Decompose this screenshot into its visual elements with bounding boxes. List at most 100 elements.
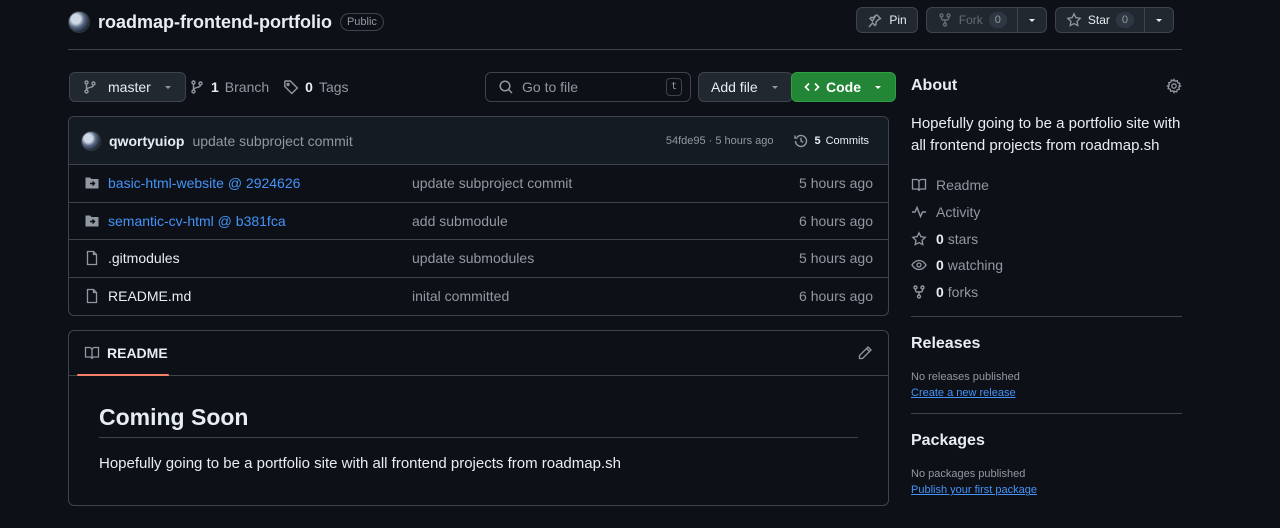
- file-row: semantic-cv-html @ b381fca add submodule…: [69, 203, 888, 240]
- readme-tab-label: README: [107, 345, 168, 361]
- file-name[interactable]: .gitmodules: [108, 250, 412, 266]
- forks-link[interactable]: 0 forks: [911, 279, 1182, 306]
- file-commit-message[interactable]: update subproject commit: [412, 175, 799, 191]
- fork-icon: [913, 285, 925, 299]
- commits-link[interactable]: 5 Commits: [793, 133, 869, 149]
- file-time: 6 hours ago: [799, 212, 873, 229]
- triangle-down-icon: [1028, 19, 1035, 22]
- pulse-icon: [912, 205, 926, 219]
- file-time: 5 hours ago: [799, 175, 873, 192]
- branch-icon: [191, 80, 203, 94]
- gear-icon[interactable]: [1166, 78, 1182, 94]
- add-file-label: Add file: [711, 79, 758, 95]
- commits-label: Commits: [825, 134, 869, 147]
- file-name[interactable]: semantic-cv-html @ b381fca: [108, 213, 412, 229]
- file-commit-message[interactable]: add submodule: [412, 213, 799, 229]
- star-icon: [911, 231, 927, 246]
- file-commit-message[interactable]: update submodules: [412, 250, 799, 266]
- create-release-link[interactable]: Create a new release: [911, 387, 1016, 399]
- file-name[interactable]: basic-html-website @ 2924626: [108, 175, 412, 191]
- commit-author-avatar[interactable]: [81, 130, 101, 151]
- stars-label: stars: [947, 230, 979, 247]
- go-to-file-input[interactable]: Go to file t: [485, 72, 691, 102]
- shortcut-key: t: [665, 78, 682, 96]
- visibility-badge: Public: [339, 13, 384, 31]
- file-commit-message[interactable]: inital committed: [412, 288, 799, 304]
- commit-message[interactable]: update subproject commit: [192, 133, 352, 149]
- add-file-button[interactable]: Add file: [698, 72, 793, 102]
- readme-link[interactable]: Readme: [911, 172, 1182, 199]
- packages-title[interactable]: Packages: [911, 432, 1182, 450]
- tag-icon: [284, 80, 299, 95]
- triangle-down-icon: [875, 86, 881, 89]
- branch-selector[interactable]: master: [69, 72, 186, 102]
- about-links: Readme Activity 0 stars 0 watching 0 forks: [911, 172, 1182, 305]
- file-time: 5 hours ago: [799, 250, 873, 267]
- star-icon: [1066, 12, 1082, 27]
- fork-dropdown-button[interactable]: [1017, 7, 1047, 33]
- file-table: qwortyuiop update subproject commit 54fd…: [68, 116, 889, 316]
- pin-label: Pin: [889, 13, 907, 27]
- star-dropdown-button[interactable]: [1145, 7, 1174, 33]
- fork-icon: [939, 13, 951, 27]
- repo-header: roadmap-frontend-portfolio Public: [68, 9, 384, 35]
- readme-tabbar: README: [69, 331, 888, 376]
- history-icon: [794, 134, 808, 147]
- stars-count: 0: [936, 230, 944, 247]
- pin-button[interactable]: Pin: [856, 7, 918, 33]
- branch-icon: [84, 80, 96, 94]
- star-group: Star 0: [1054, 7, 1174, 33]
- activity-link[interactable]: Activity: [911, 199, 1182, 226]
- readme-paragraph: Hopefully going to be a portfolio site w…: [99, 455, 621, 472]
- file-icon: [86, 289, 98, 304]
- file-row: .gitmodules update submodules 5 hours ag…: [69, 240, 888, 278]
- commit-meta[interactable]: 54fde95 · 5 hours ago: [666, 135, 774, 147]
- latest-commit-row: qwortyuiop update subproject commit 54fd…: [69, 117, 888, 165]
- pencil-icon[interactable]: [857, 345, 873, 361]
- about-description: Hopefully going to be a portfolio site w…: [911, 115, 1181, 154]
- star-count: 0: [1115, 12, 1134, 28]
- branch-label: Branch: [224, 79, 270, 95]
- repo-name[interactable]: roadmap-frontend-portfolio: [98, 12, 332, 33]
- submodule-folder-icon: [85, 177, 99, 189]
- pin-icon: [868, 14, 883, 28]
- readme-heading: Coming Soon: [99, 404, 858, 438]
- star-button[interactable]: Star 0: [1054, 7, 1145, 33]
- publish-package-link[interactable]: Publish your first package: [911, 484, 1037, 496]
- file-name[interactable]: README.md: [108, 288, 412, 304]
- header-divider: [68, 49, 1182, 50]
- active-tab-indicator: [77, 374, 169, 376]
- branch-name: master: [108, 79, 151, 95]
- about-header: About: [911, 76, 1182, 96]
- tab-readme[interactable]: README: [84, 331, 176, 376]
- readme-body: Coming Soon Hopefully going to be a port…: [69, 376, 888, 500]
- fork-button[interactable]: Fork 0: [925, 7, 1018, 33]
- commit-author[interactable]: qwortyuiop: [109, 133, 184, 149]
- stars-link[interactable]: 0 stars: [911, 225, 1182, 252]
- submodule-folder-icon: [85, 215, 99, 227]
- watching-count: 0: [936, 257, 944, 274]
- releases-section: Releases No releases published Create a …: [911, 335, 1182, 399]
- book-icon: [911, 179, 927, 192]
- about-title: About: [911, 77, 958, 94]
- eye-icon: [911, 260, 927, 271]
- fork-label: Fork: [958, 13, 983, 27]
- sidebar: About Hopefully going to be a portfolio …: [911, 76, 1182, 496]
- sidebar-divider: [911, 316, 1182, 318]
- watching-link[interactable]: 0 watching: [911, 252, 1182, 279]
- tags-link[interactable]: 0 Tags: [283, 79, 349, 95]
- packages-section: Packages No packages published Publish y…: [911, 432, 1182, 496]
- fork-count: 0: [988, 12, 1007, 28]
- watching-label: watching: [947, 257, 1004, 274]
- star-label: Star: [1087, 13, 1110, 27]
- releases-title[interactable]: Releases: [911, 335, 1182, 353]
- owner-avatar[interactable]: [68, 11, 90, 33]
- triangle-down-icon: [164, 86, 171, 89]
- sidebar-divider: [911, 413, 1182, 415]
- readme-link-label: Readme: [936, 177, 989, 194]
- branch-count: 1: [211, 79, 219, 95]
- branches-link[interactable]: 1 Branch: [189, 79, 269, 95]
- code-button[interactable]: Code: [791, 72, 896, 102]
- fork-group: Fork 0: [925, 7, 1047, 33]
- triangle-down-icon: [771, 86, 778, 89]
